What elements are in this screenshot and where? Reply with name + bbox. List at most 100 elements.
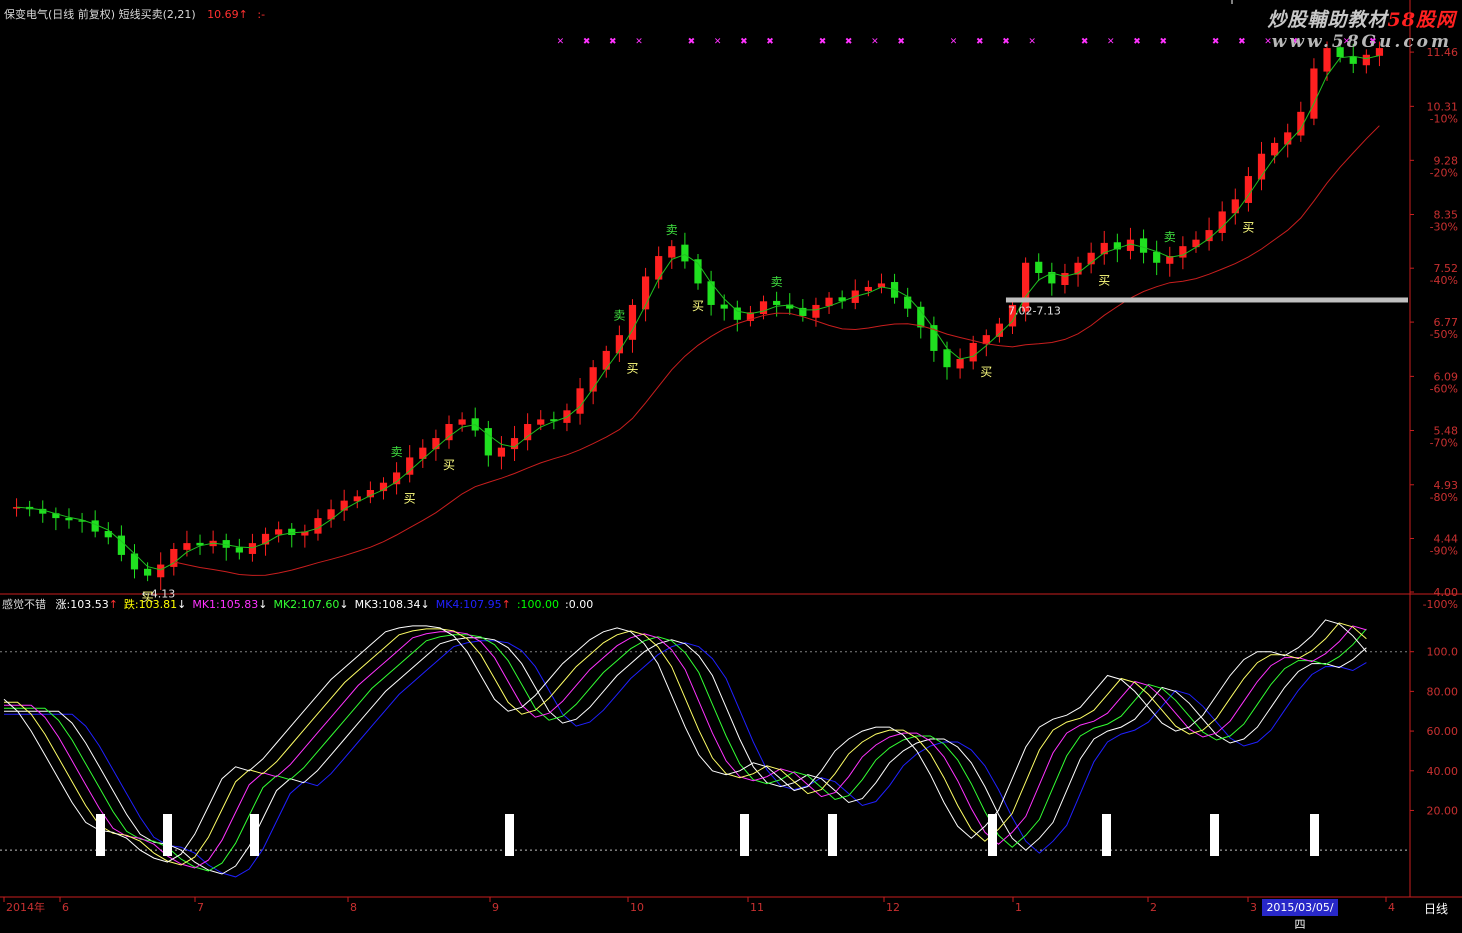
indicator-value-6: :100.00 [516,598,560,611]
signal-bar [250,814,259,856]
time-axis-label: 10 [630,901,644,914]
candle-body [458,419,466,425]
chart-canvas[interactable]: 11.4610.31-10%9.28-20%8.35-30%7.52-40%6.… [0,0,1462,919]
pct-axis-label: -30% [1430,220,1458,233]
candle-body [1349,56,1357,64]
candle-body [904,296,912,309]
candle-body [143,568,152,576]
signal-bar [96,814,105,856]
indicator-arrow-2: ↓ [258,598,268,611]
time-axis-label: 12 [886,901,900,914]
candle-body [1271,142,1279,156]
time-axis-label: 3 [1250,901,1257,914]
sell-signal: 卖 [613,309,625,323]
candle-body [497,447,506,457]
candle-body [288,528,296,536]
signal-bar [740,814,749,856]
signal-mark-magenta: ✖ [1159,37,1167,47]
sell-signal: 卖 [771,275,783,289]
signal-mark-magenta: ✖ [897,37,905,47]
buy-signal: 买 [980,365,992,379]
price-range-bar [1005,297,1408,303]
indicator-value-4: MK3:108.34 [354,598,421,611]
time-axis-label: 6 [62,901,69,914]
indicator-line-MK1 [4,625,1367,869]
candle-body [314,518,322,534]
signal-mark-magenta: ✕ [950,37,958,47]
candle-body [1153,251,1161,263]
signal-mark-magenta: ✖ [1081,37,1089,47]
candle-body [1035,261,1043,273]
candle-body [917,306,925,328]
sell-signal: 卖 [666,223,678,237]
indicator-line-涨 [3,619,1367,863]
indicator-axis-label: 60.00 [1427,725,1459,738]
signal-mark-magenta: ✖ [845,37,853,47]
candle-body [248,543,257,554]
candle-body [759,301,768,315]
signal-mark-magenta: ✖ [766,37,774,47]
indicator-arrow-0: ↑ [108,598,118,611]
candle-body [275,529,283,535]
candle-body [392,472,401,485]
indicator-line-跌 [4,622,1367,866]
indicator-value-3: MK2:107.60 [273,598,340,611]
watermark-text-a: 炒股輔助教材 [1267,9,1388,31]
candle-body [681,244,689,262]
candle-body [720,304,728,309]
pct-axis-label: -60% [1430,382,1458,395]
signal-mark-magenta: ✖ [740,37,748,47]
watermark-text-b: 58股网 [1387,9,1456,31]
pct-axis-label: -20% [1430,166,1458,179]
watermark-url: www.58Gu.com [1271,32,1452,52]
cursor-date-box: 2015/03/05/四 [1262,899,1338,931]
pct-axis-label: -50% [1430,328,1458,341]
signal-bar [988,814,997,856]
candle-body [812,304,820,318]
indicator-value-5: MK4:107.95 [435,598,502,611]
indicator-line-MK3 [4,637,1367,875]
signal-bar [163,814,172,856]
time-axis-label: 8 [350,901,357,914]
indicator-axis-label: 20.00 [1427,804,1459,817]
buy-signal: 买 [692,299,704,313]
indicator-line-MK2 [4,628,1367,872]
candle-body [445,424,453,441]
header-tail: :- [257,8,266,21]
signal-mark-magenta: ✖ [819,37,827,47]
signal-bar [1310,814,1319,856]
candle-body [995,323,1004,337]
signal-mark-magenta: ✕ [871,37,879,47]
pct-axis-label: -70% [1430,437,1458,450]
candle-body [1231,199,1239,214]
signal-mark-magenta: ✕ [1107,37,1115,47]
chart-stage: 11.46 10.31 -10% 9.28 -20% 8.35 -30% 7.52 -40% 6.… [0,0,1462,919]
signal-bar [505,814,514,856]
candle-body [183,543,191,550]
indicator-arrow-5: ↑ [501,598,511,611]
stock-title: 保变电气(日线 前复权) 短线买卖(2,21) [4,8,196,21]
time-axis-label: 11 [750,901,764,914]
pct-axis-label: -90% [1430,544,1458,557]
candle-body [668,246,676,258]
signal-mark-magenta: ✕ [1028,37,1036,47]
signal-mark-magenta: ✖ [1212,37,1220,47]
signal-mark-magenta: ✖ [1002,37,1010,47]
timeframe-label[interactable]: 日线 [1424,900,1448,917]
buy-signal: 买 [404,491,416,505]
candle-body [366,490,374,498]
signal-mark-magenta: ✖ [609,37,617,47]
candle-body [773,300,781,305]
time-axis-label: 9 [492,901,499,914]
indicator-value-0: 涨:103.53 [55,598,109,611]
signal-mark-magenta: ✖ [1238,37,1246,47]
candle-body [1139,238,1148,253]
buy-signal: 买 [443,458,455,472]
candles-group [12,39,1384,591]
candle-body [537,419,545,425]
candle-body [406,457,414,475]
signal-bar [1102,814,1111,856]
signal-mark-magenta: ✕ [714,37,722,47]
candle-body [707,281,715,305]
time-axis-label: 1 [1015,901,1022,914]
